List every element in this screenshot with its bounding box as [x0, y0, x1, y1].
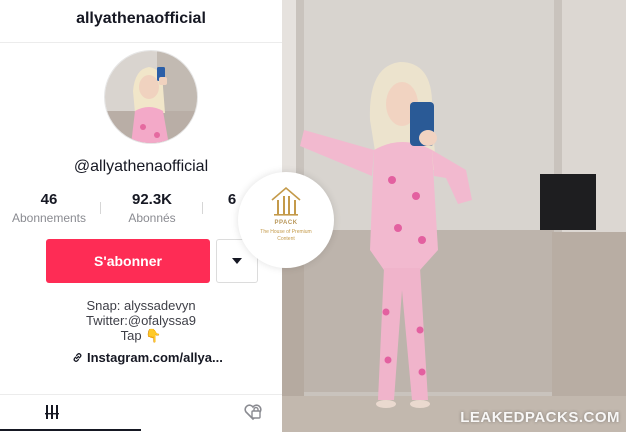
bio-line: Snap: alyssadevyn [86, 298, 196, 313]
stat-following[interactable]: 46 Abonnements [8, 191, 90, 225]
link-icon [73, 353, 82, 362]
stat-divider [202, 202, 203, 214]
tabs-divider [0, 394, 282, 395]
stat-divider [100, 202, 101, 214]
liked-icon [244, 404, 262, 421]
house-icon [271, 186, 301, 216]
tab-videos[interactable] [44, 404, 60, 425]
follow-button[interactable]: S'abonner [46, 239, 210, 283]
active-tab-indicator [0, 429, 141, 431]
stat-followers-label: Abonnés [128, 211, 176, 225]
avatar-image [105, 51, 197, 143]
bio-line: Twitter:@ofalyssa9 [85, 313, 196, 328]
profile-handle: @allyathenaofficial [73, 158, 209, 175]
stat-followers-value: 92.3K [131, 191, 173, 208]
profile-bio: Snap: alyssadevyn Twitter:@ofalyssa9 Tap… [0, 298, 282, 343]
grid-icon [45, 405, 59, 419]
stat-following-value: 46 [40, 191, 58, 208]
stat-followers[interactable]: 92.3K Abonnés [112, 191, 192, 225]
chevron-down-icon [232, 258, 242, 264]
tab-liked[interactable] [243, 403, 263, 426]
bio-link-text: Instagram.com/allya... [87, 350, 223, 365]
brand-badge: PPACK The House of Premium Content [238, 172, 334, 268]
profile-username: allyathenaofficial [76, 10, 206, 27]
badge-name: PPACK [274, 220, 298, 226]
bio-link[interactable]: Instagram.com/allya... [72, 350, 223, 365]
bio-line: Tap 👇 [120, 328, 162, 343]
badge-tagline: The House of Premium Content [260, 229, 312, 242]
stat-following-label: Abonnements [11, 211, 87, 225]
avatar[interactable] [104, 50, 198, 144]
header-divider [0, 42, 282, 43]
photo-watermark: LEAKEDPACKS.COM [460, 409, 620, 426]
